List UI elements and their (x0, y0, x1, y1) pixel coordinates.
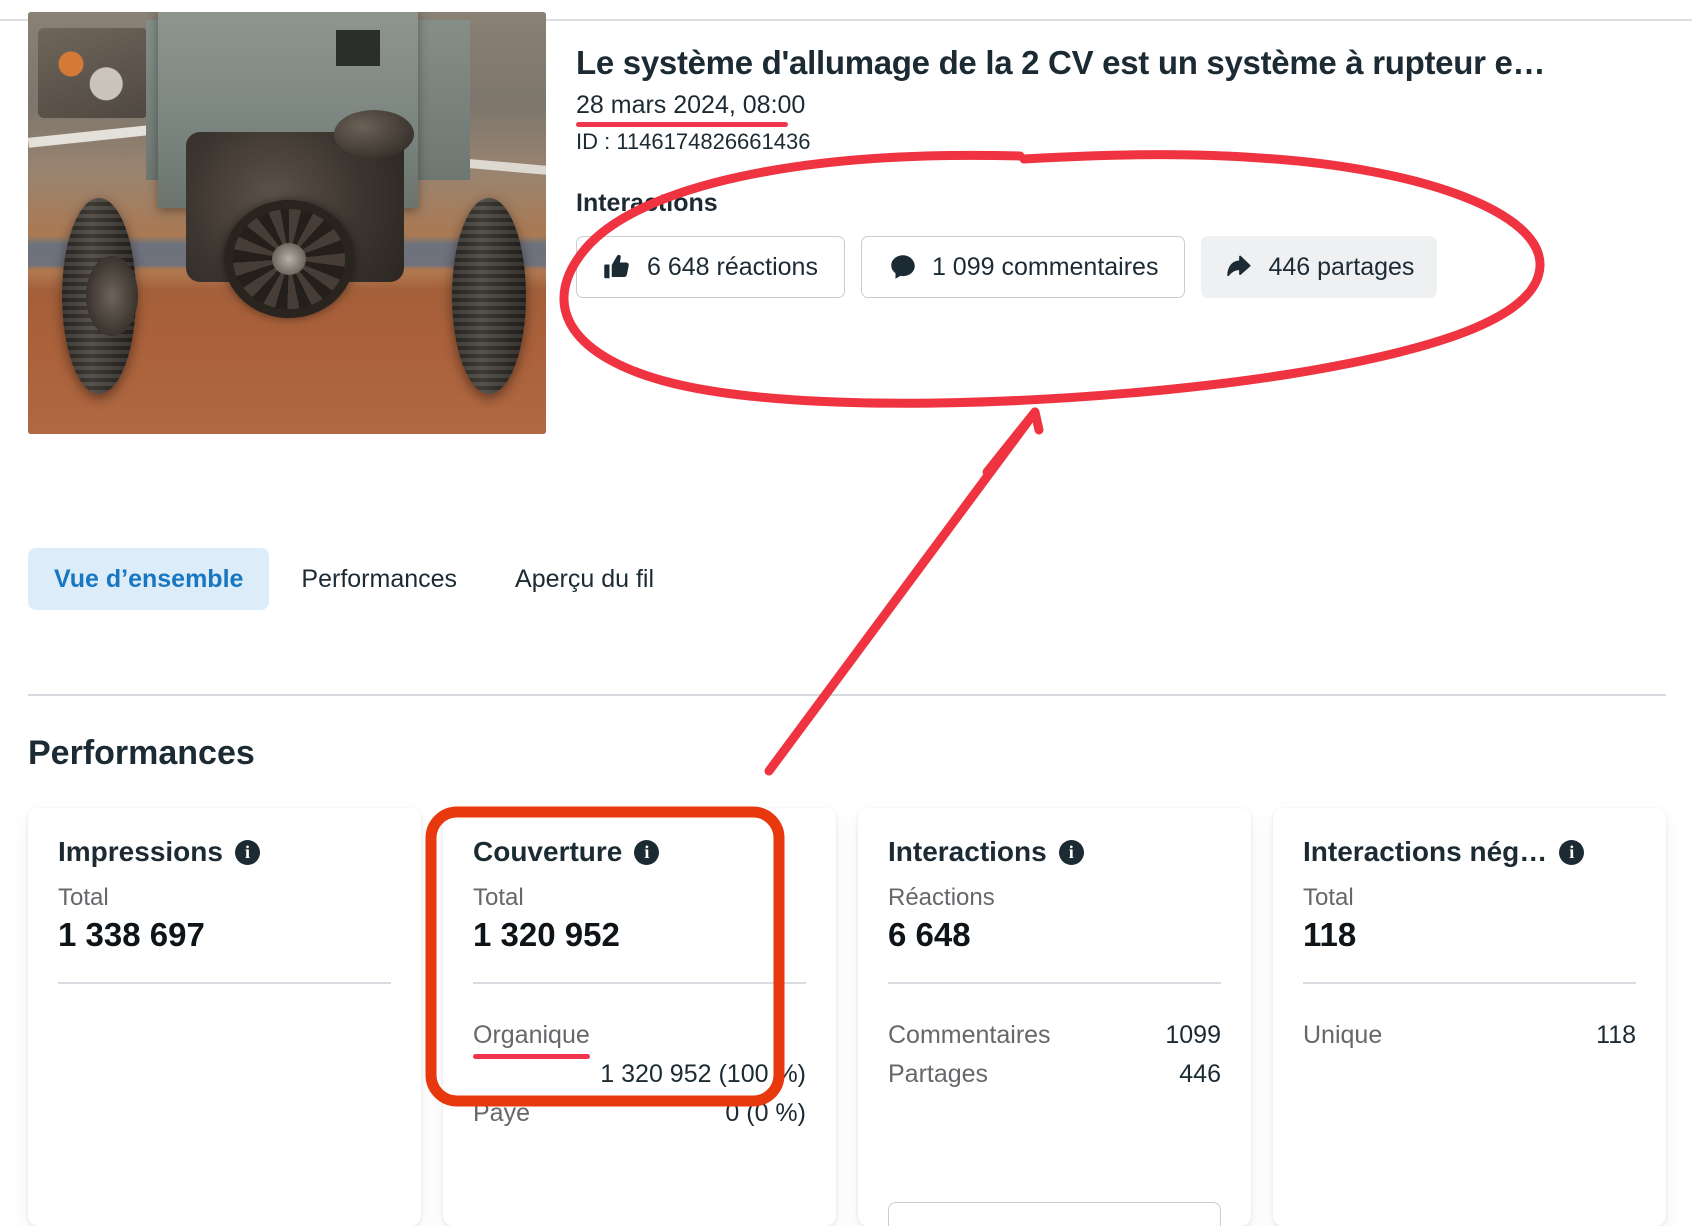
photo-wheel-left (62, 198, 138, 394)
chip-reactions[interactable]: 6 648 réactions (576, 236, 845, 298)
interactions-chip-row: 6 648 réactions 1 099 commentaires 446 p… (576, 236, 1668, 298)
post-header: Le système d'allumage de la 2 CV est un … (28, 12, 1668, 434)
row-label-partages: Partages (888, 1059, 989, 1088)
card-interactions-negatives[interactable]: Interactions nég… i Total 118 Unique 118 (1273, 808, 1666, 1226)
post-date-wrapper: 28 mars 2024, 08:00 (576, 91, 806, 127)
card-interactions-negatives-rule (1303, 982, 1636, 984)
card-interactions-rows: Commentaires 1099 Partages 446 (888, 1016, 1221, 1094)
post-meta: Le système d'allumage de la 2 CV est un … (576, 12, 1668, 298)
post-photo (28, 12, 546, 434)
tab-vue-densemble[interactable]: Vue d’ensemble (28, 548, 270, 610)
tab-bar: Vue d’ensemble Performances Aperçu du fi… (28, 548, 680, 610)
row-value-unique: 118 (1596, 1021, 1636, 1049)
chip-comments[interactable]: 1 099 commentaires (860, 236, 1186, 298)
card-impressions-title: Impressions i (58, 836, 391, 868)
chip-shares[interactable]: 446 partages (1201, 236, 1438, 298)
post-id: ID : 1146174826661436 (576, 129, 811, 154)
card-impressions-sublabel: Total (58, 884, 109, 911)
info-icon[interactable]: i (634, 839, 660, 865)
card-interactions-negatives-sublabel: Total (1303, 884, 1354, 911)
thumbs-up-icon (603, 252, 633, 282)
row-label-commentaires: Commentaires (888, 1021, 1051, 1049)
info-icon[interactable]: i (1058, 839, 1084, 865)
card-interactions[interactable]: Interactions i Réactions 6 648 Commentai… (858, 808, 1251, 1226)
card-couverture-rule (473, 982, 806, 984)
table-row: Partages 446 (888, 1055, 1221, 1094)
page-title: Performances (28, 734, 255, 772)
post-title: Le système d'allumage de la 2 CV est un … (576, 44, 1546, 81)
card-impressions-value: 1 338 697 (58, 916, 205, 953)
red-underline-organique (473, 1053, 590, 1059)
tab-apercu-du-fil[interactable]: Aperçu du fil (489, 548, 680, 610)
table-row: Payé 0 (0 %) (473, 1094, 806, 1133)
row-label-organique: Organique (473, 1021, 590, 1049)
performance-card-grid: Impressions i Total 1 338 697 Couverture… (28, 808, 1666, 1226)
card-impressions-title-text: Impressions (58, 836, 223, 867)
chip-comments-label: 1 099 commentaires (931, 252, 1159, 281)
row-value-organique: 1 320 952 (100 %) (600, 1059, 806, 1088)
tabs-divider (28, 694, 1666, 696)
card-interactions-negatives-value: 118 (1303, 916, 1357, 953)
post-date: 28 mars 2024, 08:00 (576, 91, 806, 119)
card-couverture-rows: Organique 1 320 952 (100 %) Payé 0 (0 %) (473, 1016, 806, 1132)
chip-shares-label: 446 partages (1268, 252, 1415, 281)
photo-background-clutter (38, 28, 148, 118)
row-value-commentaires: 1099 (1165, 1021, 1221, 1049)
photo-air-cleaner (334, 110, 414, 158)
analytics-page: Le système d'allumage de la 2 CV est un … (0, 0, 1692, 1226)
row-label-organique-wrap: Organique (473, 1016, 590, 1059)
red-arrow-to-interactions (764, 407, 1040, 776)
card-interactions-negatives-title-text: Interactions nég… (1303, 836, 1548, 867)
info-icon[interactable]: i (234, 839, 260, 865)
card-impressions[interactable]: Impressions i Total 1 338 697 (28, 808, 421, 1226)
share-icon (1224, 252, 1254, 282)
row-label-paye: Payé (473, 1098, 530, 1127)
chip-reactions-label: 6 648 réactions (647, 252, 818, 281)
card-impressions-rule (58, 982, 391, 984)
table-row: Commentaires 1099 (888, 1016, 1221, 1055)
card-couverture-sublabel: Total (473, 884, 524, 911)
card-couverture-title: Couverture i (473, 836, 806, 868)
table-row: Unique 118 (1303, 1016, 1636, 1055)
post-thumbnail[interactable] (28, 12, 546, 434)
card-interactions-value: 6 648 (888, 916, 971, 953)
card-interactions-negatives-rows: Unique 118 (1303, 1016, 1636, 1055)
red-underline-date (576, 122, 788, 127)
interactions-section-label: Interactions (576, 189, 718, 217)
card-interactions-title-text: Interactions (888, 836, 1047, 867)
card-couverture-title-text: Couverture (473, 836, 623, 867)
row-value-partages: 446 (1179, 1059, 1221, 1088)
tab-performances[interactable]: Performances (275, 548, 483, 610)
card-interactions-rule (888, 982, 1221, 984)
card-interactions-title: Interactions i (888, 836, 1221, 868)
card-interactions-negatives-title: Interactions nég… i (1303, 836, 1636, 868)
row-label-unique: Unique (1303, 1021, 1383, 1049)
info-icon[interactable]: i (1559, 839, 1585, 865)
card-interactions-action-button[interactable] (888, 1202, 1221, 1226)
card-couverture-value: 1 320 952 (473, 916, 620, 953)
row-value-paye: 0 (0 %) (725, 1098, 806, 1127)
photo-cooling-fan (224, 200, 354, 318)
photo-wheel-right (452, 198, 526, 394)
card-couverture[interactable]: Couverture i Total 1 320 952 Organique 1… (443, 808, 836, 1226)
card-interactions-sublabel: Réactions (888, 884, 995, 911)
comment-icon (888, 252, 918, 282)
table-row: Organique 1 320 952 (100 %) (473, 1016, 806, 1094)
